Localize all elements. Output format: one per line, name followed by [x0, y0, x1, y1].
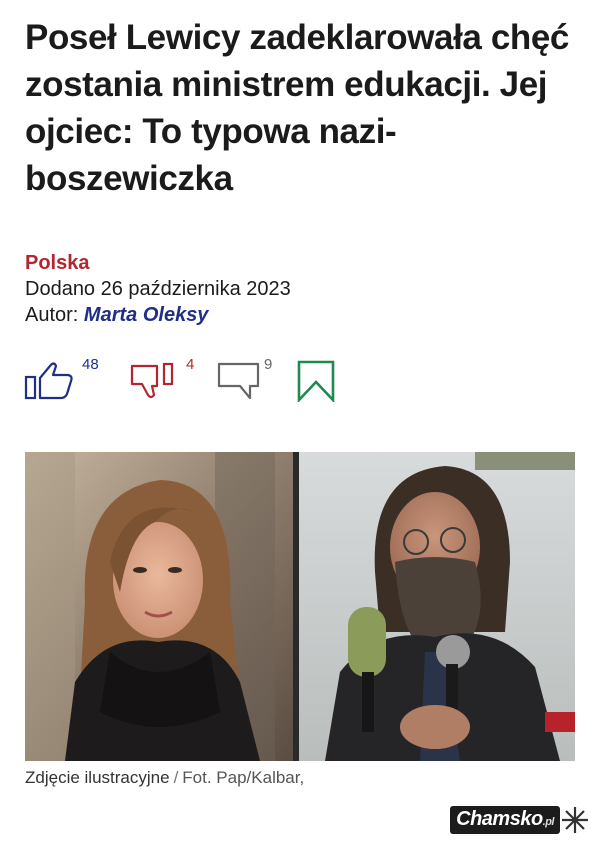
comment-icon — [217, 362, 260, 400]
article-photo — [25, 452, 575, 761]
photo-credit: Fot. Pap/Kalbar, — [182, 768, 305, 787]
comments-button[interactable]: 9 — [216, 356, 273, 402]
man-portrait — [293, 452, 575, 761]
caption-separator: / — [173, 768, 179, 787]
photo-caption: Zdjęcie ilustracyjne / Fot. Pap/Kalbar, — [25, 768, 304, 788]
article-meta: Polska Dodano 26 października 2023 Autor… — [25, 250, 291, 328]
like-count: 48 — [82, 356, 99, 373]
publish-date: Dodano 26 października 2023 — [25, 278, 291, 300]
article-title: Poseł Lewicy zadeklarowała chęć zostania… — [25, 18, 569, 198]
cross-logo-icon — [562, 807, 588, 833]
watermark-brand: Chamsko.pl — [450, 806, 560, 834]
author-link[interactable]: Marta Oleksy — [84, 304, 209, 326]
author-line: Autor: Marta Oleksy — [25, 302, 291, 328]
dislike-count: 4 — [186, 356, 195, 373]
watermark-logo: Chamsko.pl — [450, 803, 590, 837]
dislike-button[interactable]: 4 — [128, 356, 195, 402]
caption-text: Zdjęcie ilustracyjne — [25, 768, 170, 787]
category-link[interactable]: Polska — [25, 250, 291, 276]
author-label: Autor: — [25, 304, 79, 326]
thumbs-up-icon — [24, 362, 73, 400]
bookmark-icon — [297, 360, 335, 402]
like-button[interactable]: 48 — [24, 356, 99, 402]
woman-portrait — [25, 452, 293, 761]
bookmark-button[interactable] — [296, 358, 336, 402]
reaction-bar: 48 4 9 — [24, 356, 364, 404]
comment-count: 9 — [264, 356, 273, 373]
thumbs-down-icon — [130, 362, 174, 399]
